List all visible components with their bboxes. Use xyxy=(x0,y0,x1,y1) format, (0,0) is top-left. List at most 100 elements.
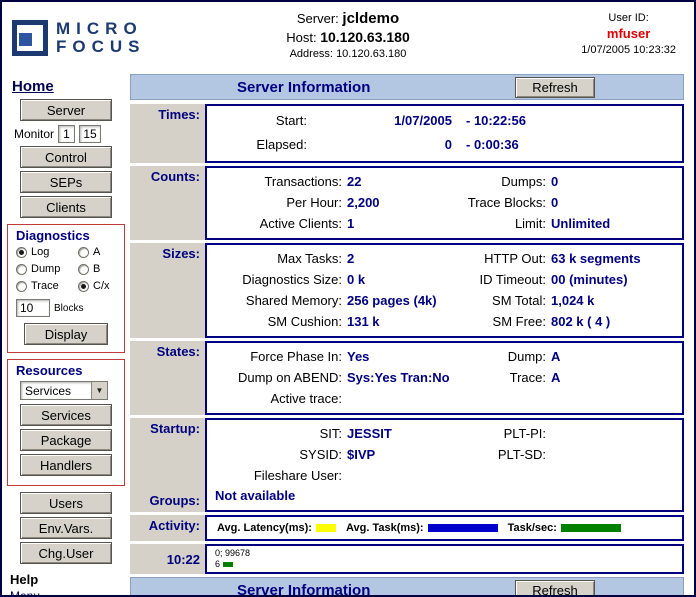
field-label: Shared Memory: xyxy=(207,290,347,311)
states-row: Force Phase In:YesDump:A xyxy=(207,346,682,367)
home-link[interactable]: Home xyxy=(12,78,130,95)
seps-button[interactable]: SEPs xyxy=(20,171,112,193)
field-value: $IVP xyxy=(347,444,459,465)
services-button[interactable]: Services xyxy=(20,404,112,426)
activity-data-section: 10:22 0; 99678 6 xyxy=(130,544,684,574)
field-value: 1/07/2005 xyxy=(312,109,452,133)
micro-focus-logo-icon xyxy=(12,20,48,56)
handlers-button[interactable]: Handlers xyxy=(20,454,112,476)
envvars-button[interactable]: Env.Vars. xyxy=(20,517,112,539)
radio-dump[interactable]: Dump xyxy=(16,263,78,275)
states-row: Active trace: xyxy=(207,388,682,409)
server-button[interactable]: Server xyxy=(20,99,112,121)
field-value: - 0:00:36 xyxy=(452,133,682,157)
activity-green-bar xyxy=(223,562,233,567)
monitor-label: Monitor xyxy=(14,127,54,141)
monitor-interval-input[interactable] xyxy=(58,125,75,143)
counts-box: Transactions:22Dumps:0 Per Hour:2,200Tra… xyxy=(205,166,684,240)
tasksec-legend-label: Task/sec: xyxy=(508,522,557,534)
field-value xyxy=(551,423,682,444)
field-value: 00 (minutes) xyxy=(551,269,682,290)
chguser-button[interactable]: Chg.User xyxy=(20,542,112,564)
user-id-label: User ID: xyxy=(581,12,676,24)
clients-button[interactable]: Clients xyxy=(20,196,112,218)
control-button[interactable]: Control xyxy=(20,146,112,168)
field-value: 802 k ( 4 ) xyxy=(551,311,682,332)
help-label: Help xyxy=(10,572,130,587)
counts-section: Counts: Transactions:22Dumps:0 Per Hour:… xyxy=(130,166,684,240)
blocks-input[interactable] xyxy=(16,299,50,317)
field-label: Elapsed: xyxy=(207,133,312,157)
radio-b[interactable]: B xyxy=(78,263,122,275)
field-value xyxy=(347,388,459,409)
field-value xyxy=(347,465,459,486)
sizes-row: SM Cushion:131 kSM Free:802 k ( 4 ) xyxy=(207,311,682,332)
startup-row: SIT:JESSITPLT-PI: xyxy=(207,423,682,444)
field-value xyxy=(551,444,682,465)
users-button[interactable]: Users xyxy=(20,492,112,514)
field-label: Max Tasks: xyxy=(207,248,347,269)
field-label: SM Total: xyxy=(459,290,551,311)
radio-a-label: A xyxy=(93,246,100,258)
radio-log-label: Log xyxy=(31,246,49,258)
field-value: 0 k xyxy=(347,269,459,290)
activity-section: Activity: Avg. Latency(ms): Avg. Task(ms… xyxy=(130,515,684,541)
menu-link[interactable]: Menu xyxy=(10,589,130,597)
field-label: SM Free: xyxy=(459,311,551,332)
field-value: 2 xyxy=(347,248,459,269)
resources-group: Resources Services ▼ Services Package Ha… xyxy=(7,359,125,486)
display-button[interactable]: Display xyxy=(24,323,108,345)
package-button[interactable]: Package xyxy=(20,429,112,451)
diagnostics-title: Diagnostics xyxy=(16,228,120,243)
groups-value: Not available xyxy=(215,488,295,503)
radio-icon xyxy=(78,247,89,258)
field-value: 2,200 xyxy=(347,192,459,213)
radio-cx-label: C/x xyxy=(93,280,110,292)
diagnostics-radios: Log A Dump B Trace C/x xyxy=(16,246,120,292)
resources-select[interactable]: Services ▼ xyxy=(20,381,108,400)
page-title: Server Information xyxy=(131,79,370,96)
logo-line-micro: MICRO xyxy=(56,20,146,38)
refresh-button-bottom[interactable]: Refresh xyxy=(515,580,595,597)
startup-label: Startup: xyxy=(130,421,200,436)
field-value xyxy=(551,388,682,409)
radio-icon xyxy=(78,264,89,275)
activity-time-label: 10:22 xyxy=(130,544,205,574)
field-value: 256 pages (4k) xyxy=(347,290,459,311)
counts-row: Per Hour:2,200Trace Blocks:0 xyxy=(207,192,682,213)
refresh-button-top[interactable]: Refresh xyxy=(515,77,595,98)
radio-trace[interactable]: Trace xyxy=(16,280,78,292)
radio-icon xyxy=(16,264,27,275)
sizes-section-label: Sizes: xyxy=(130,243,205,338)
radio-b-label: B xyxy=(93,263,100,275)
sidebar: Home Server Monitor Control SEPs Clients… xyxy=(2,74,130,597)
field-label: Trace: xyxy=(459,367,551,388)
field-label: HTTP Out: xyxy=(459,248,551,269)
title-bar: Server Information Refresh xyxy=(130,74,684,100)
radio-a[interactable]: A xyxy=(78,246,122,258)
field-value: Unlimited xyxy=(551,213,682,234)
address-value: 10.120.63.180 xyxy=(336,48,406,60)
header-datetime: 1/07/2005 10:23:32 xyxy=(581,44,676,56)
blocks-label: Blocks xyxy=(54,303,83,314)
field-label: Start: xyxy=(207,109,312,133)
user-info: User ID: mfuser 1/07/2005 10:23:32 xyxy=(581,12,676,56)
field-label: Diagnostics Size: xyxy=(207,269,347,290)
groups-row: Not available xyxy=(207,486,682,506)
radio-log[interactable]: Log xyxy=(16,246,78,258)
radio-cx[interactable]: C/x xyxy=(78,280,122,292)
field-value: 0 xyxy=(551,171,682,192)
address-label: Address: xyxy=(290,48,333,60)
task-bar xyxy=(428,524,498,532)
content: Home Server Monitor Control SEPs Clients… xyxy=(2,74,694,597)
host-address: 10.120.63.180 xyxy=(320,29,410,45)
times-row: Start:1/07/2005- 10:22:56 xyxy=(207,109,682,133)
main-panel: Server Information Refresh Times: Start:… xyxy=(130,74,684,597)
field-label: Transactions: xyxy=(207,171,347,192)
startup-section-label: Startup: Groups: xyxy=(130,418,205,512)
server-name: jcldemo xyxy=(342,10,399,27)
field-value: 1 xyxy=(347,213,459,234)
field-value: - 10:22:56 xyxy=(452,109,682,133)
field-label: Dump: xyxy=(459,346,551,367)
monitor-count-input[interactable] xyxy=(79,125,101,143)
